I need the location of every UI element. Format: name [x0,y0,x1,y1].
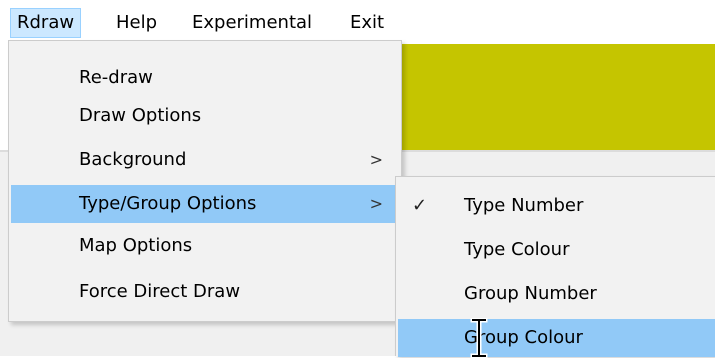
submenu-item-group-colour[interactable]: Group Colour [398,319,715,357]
menu-item-map-options[interactable]: Map Options [11,227,399,265]
menu-item-force-direct-draw[interactable]: Force Direct Draw [11,273,399,311]
rdraw-dropdown-menu: Re-draw Draw Options Background > Type/G… [8,40,402,322]
submenu-item-group-number[interactable]: Group Number [398,275,713,313]
menu-item-label: Type Number [464,195,584,216]
canvas-color-area [398,44,715,150]
menu-item-background[interactable]: Background > [11,141,399,179]
type-group-submenu: ✓ Type Number Type Colour Group Number G… [395,176,715,357]
menu-item-label: Map Options [79,235,193,256]
submenu-item-type-number[interactable]: ✓ Type Number [398,187,713,225]
checkmark-icon: ✓ [412,195,428,216]
menu-item-label: Re-draw [79,67,153,88]
menu-rdraw[interactable]: Rdraw [10,8,82,38]
submenu-item-type-colour[interactable]: Type Colour [398,231,713,269]
menu-item-draw-options[interactable]: Draw Options [11,97,399,135]
menu-item-type-group-options[interactable]: Type/Group Options > [11,185,399,223]
menu-item-label: Background [79,149,187,170]
menu-help[interactable]: Help [110,8,163,38]
menu-item-label: Type/Group Options [79,193,257,214]
menu-item-label: Group Number [464,283,597,304]
menu-experimental[interactable]: Experimental [186,8,318,38]
menu-bar: Rdraw Help Experimental Exit [0,0,715,40]
menu-exit[interactable]: Exit [344,8,390,38]
menu-item-redraw[interactable]: Re-draw [11,59,399,97]
chevron-right-icon: > [369,194,383,213]
menu-item-label: Force Direct Draw [79,281,241,302]
chevron-right-icon: > [369,150,383,169]
menu-item-label: Type Colour [464,239,570,260]
menu-item-label: Draw Options [79,105,202,126]
text-cursor-icon [470,318,488,358]
